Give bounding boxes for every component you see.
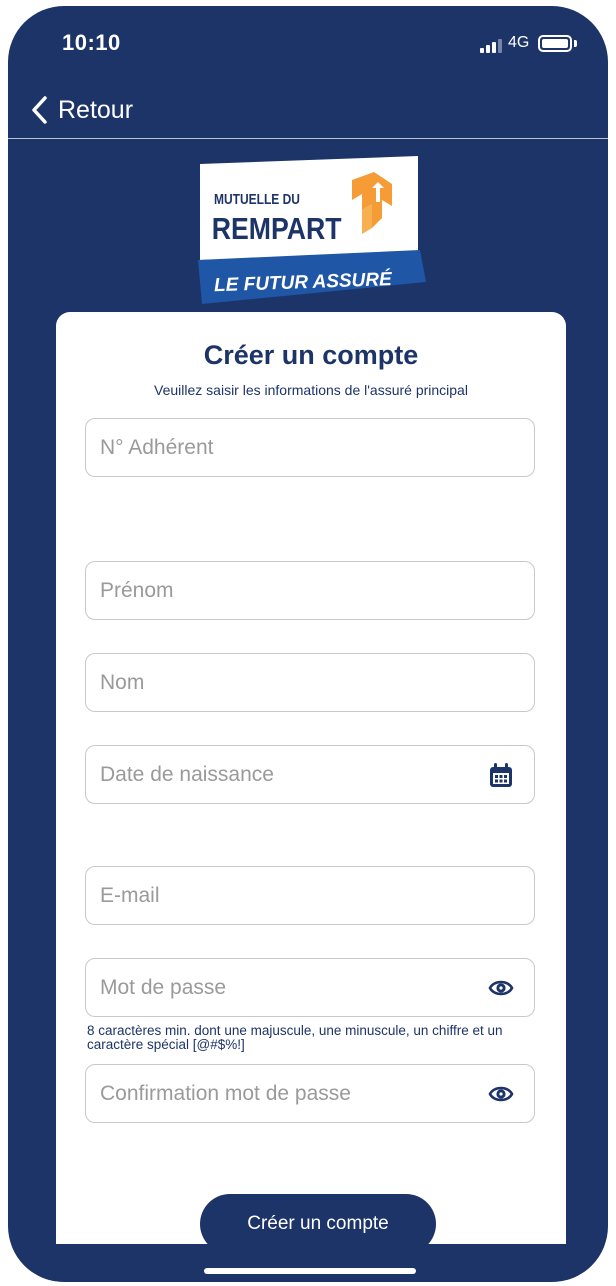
navigation-bar: Retour bbox=[8, 86, 608, 139]
mutuelle-du-rempart-logo: MUTUELLE DU REMPART LE FUTUR ASSURÉ bbox=[198, 156, 426, 304]
create-account-card: Créer un compte Veuillez saisir les info… bbox=[56, 312, 566, 1282]
member-number-input[interactable] bbox=[86, 419, 534, 476]
eye-icon[interactable] bbox=[488, 1081, 514, 1107]
eye-icon[interactable] bbox=[488, 975, 514, 1001]
password-confirm-input[interactable] bbox=[86, 1065, 534, 1122]
back-button[interactable]: Retour bbox=[30, 90, 133, 130]
email-field bbox=[85, 866, 535, 925]
signal-icon bbox=[480, 39, 504, 53]
svg-text:MUTUELLE DU: MUTUELLE DU bbox=[214, 191, 300, 208]
back-label: Retour bbox=[58, 95, 134, 124]
battery-cap bbox=[574, 40, 577, 47]
password-confirm-field bbox=[85, 1064, 535, 1123]
calendar-icon[interactable] bbox=[488, 762, 514, 788]
svg-text:REMPART: REMPART bbox=[212, 212, 342, 246]
password-hint: 8 caractères min. dont une majuscule, un… bbox=[87, 1023, 503, 1052]
first-name-field bbox=[85, 561, 535, 620]
status-time: 10:10 bbox=[62, 30, 121, 55]
page-title: Créer un compte bbox=[203, 340, 419, 370]
battery-icon bbox=[538, 35, 572, 52]
phone-screen: 10:10 4G Retour MUTUELLE DU REMPART LE F… bbox=[8, 6, 608, 1282]
page-subtitle: Veuillez saisir les informations de l'as… bbox=[154, 382, 468, 398]
chevron-left-icon bbox=[32, 96, 47, 124]
member-number-field bbox=[85, 418, 535, 477]
network-label: 4G bbox=[508, 34, 530, 51]
last-name-field bbox=[85, 653, 535, 712]
birth-date-field bbox=[85, 745, 535, 804]
home-indicator[interactable] bbox=[204, 1268, 416, 1274]
password-field bbox=[85, 958, 535, 1017]
birth-date-input[interactable] bbox=[86, 746, 534, 803]
last-name-input[interactable] bbox=[86, 654, 534, 711]
email-input[interactable] bbox=[86, 867, 534, 924]
password-input[interactable] bbox=[86, 959, 534, 1016]
bottom-strip bbox=[8, 1244, 608, 1282]
create-account-button-label: Créer un compte bbox=[247, 1213, 389, 1234]
status-bar: 10:10 4G bbox=[8, 6, 608, 86]
first-name-input[interactable] bbox=[86, 562, 534, 619]
